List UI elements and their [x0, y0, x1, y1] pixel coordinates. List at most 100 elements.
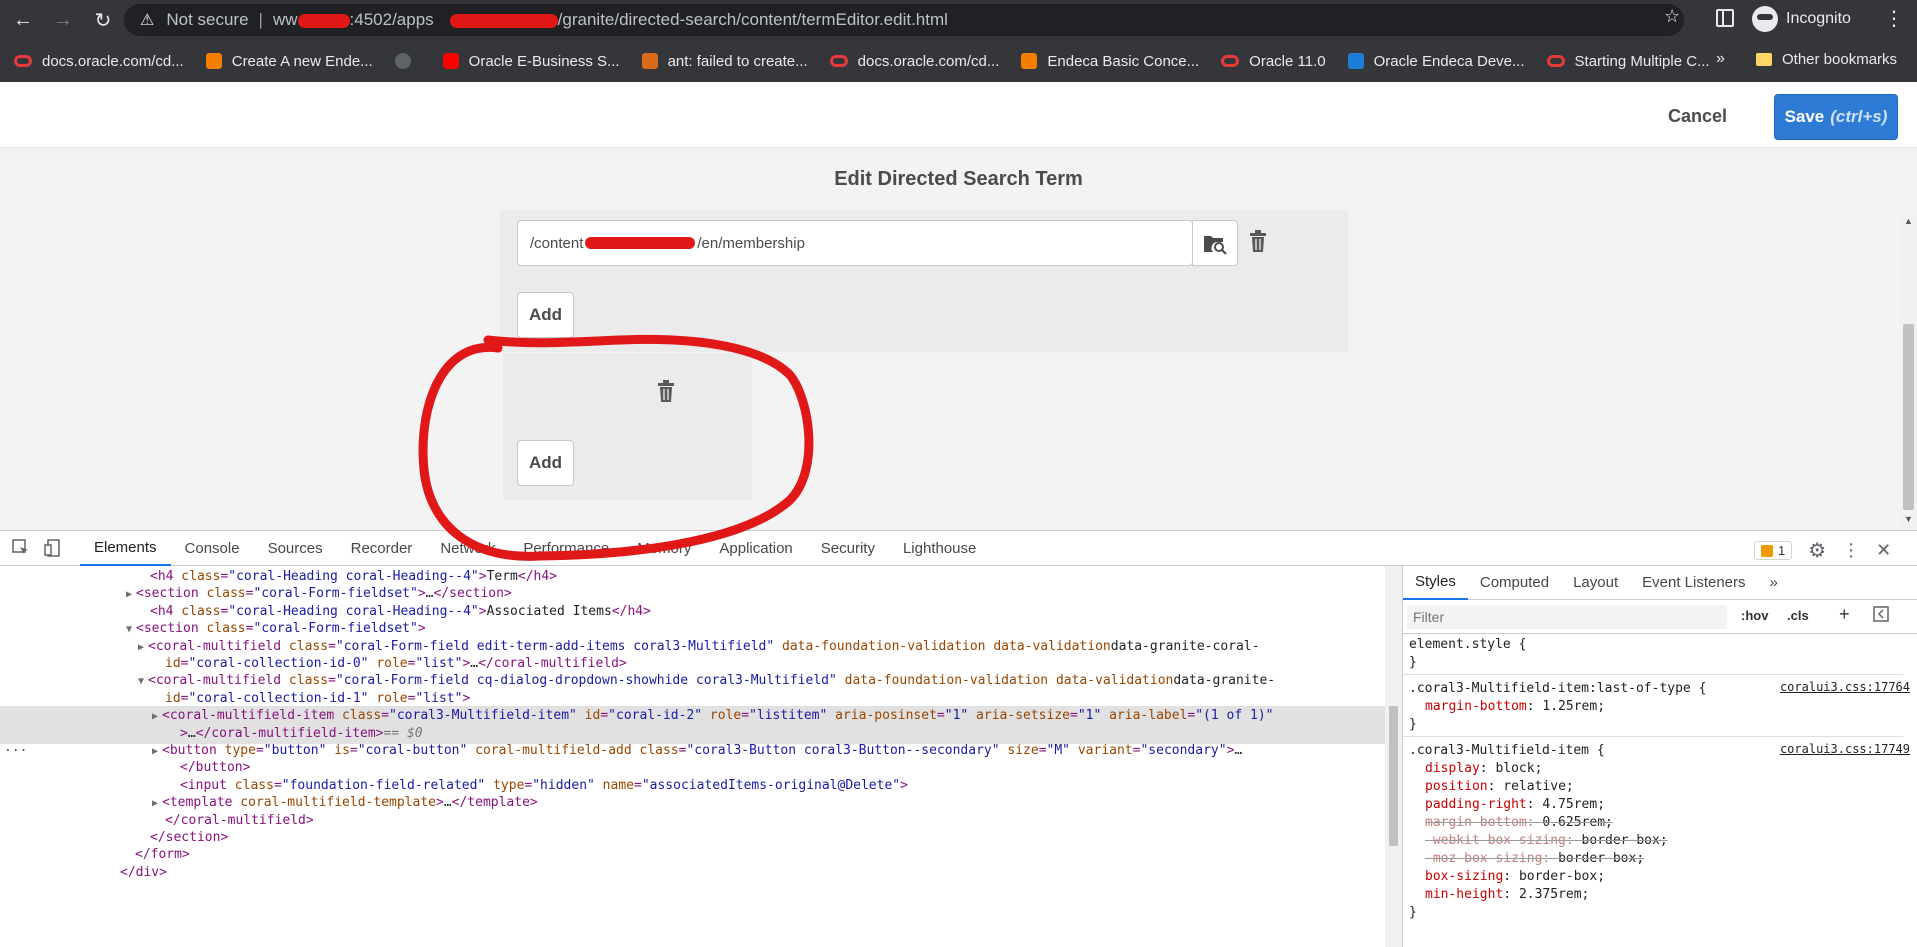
css-property[interactable]: margin-bottom: 0.625rem;: [1425, 814, 1613, 832]
devtools-tab-security[interactable]: Security: [807, 530, 889, 566]
scrollbar-thumb[interactable]: [1903, 324, 1914, 510]
browser-menu-icon[interactable]: ⋮: [1884, 6, 1904, 31]
bookmarks-overflow-icon[interactable]: »: [1716, 50, 1725, 68]
delete-item-icon-2[interactable]: [656, 380, 676, 402]
css-property-value: border-box;: [1581, 833, 1668, 848]
bookmark-star-icon[interactable]: ☆: [1664, 6, 1680, 27]
path-field[interactable]: /content /en/membership: [517, 220, 1193, 266]
expand-toggle-icon[interactable]: ▶: [138, 642, 144, 653]
blogger-icon: [205, 53, 222, 69]
toggle-sidebar-icon[interactable]: [1873, 606, 1889, 625]
address-bar[interactable]: ⚠ Not secure | ww:4502/apps/granite/dire…: [124, 4, 1684, 36]
devtools-tab-application[interactable]: Application: [705, 530, 806, 566]
css-property-value: block;: [1495, 761, 1543, 776]
devtools-tab-sources[interactable]: Sources: [254, 530, 337, 566]
url-part-b: /granite/directed-search/content/termEdi…: [557, 10, 948, 29]
devtools-tab-performance[interactable]: Performance: [509, 530, 623, 566]
bookmark-item[interactable]: Starting Multiple C...: [1546, 53, 1710, 70]
bookmark-item[interactable]: Oracle Endeca Deve...: [1347, 53, 1525, 70]
scrollbar-thumb[interactable]: [1389, 706, 1398, 846]
expand-toggle-icon[interactable]: ▶: [152, 798, 158, 809]
settings-gear-icon[interactable]: ⚙: [1808, 538, 1826, 563]
css-property[interactable]: padding-right: 4.75rem;: [1425, 796, 1605, 814]
bookmark-label: docs.oracle.com/cd...: [857, 52, 1000, 70]
expand-toggle-icon[interactable]: ▶: [126, 589, 132, 600]
bookmark-label: ant: failed to create...: [667, 52, 808, 70]
bookmark-item[interactable]: Endeca Basic Conce...: [1021, 53, 1199, 70]
css-property[interactable]: box-sizing: border-box;: [1425, 868, 1605, 886]
css-property-value: relative;: [1503, 779, 1574, 794]
issues-badge[interactable]: 1: [1754, 541, 1793, 560]
rule-separator: [1403, 736, 1903, 737]
incognito-indicator[interactable]: Incognito: [1752, 6, 1851, 32]
styles-filter-input[interactable]: [1407, 605, 1727, 629]
expand-toggle-icon[interactable]: ▼: [126, 624, 132, 635]
bookmark-label: Oracle E-Business S...: [468, 52, 620, 70]
scroll-down-icon[interactable]: ▼: [1904, 514, 1913, 524]
styles-tab-event-listeners[interactable]: Event Listeners: [1630, 566, 1757, 600]
css-property[interactable]: display: block;: [1425, 760, 1542, 778]
browse-path-button[interactable]: [1192, 220, 1238, 266]
css-property[interactable]: -webkit-box-sizing: border-box;: [1425, 832, 1668, 850]
expand-toggle-icon[interactable]: ▶: [152, 711, 158, 722]
back-icon[interactable]: ←: [8, 5, 38, 35]
styles-tab-more[interactable]: »: [1758, 566, 1790, 600]
elements-scrollbar[interactable]: [1385, 566, 1402, 947]
inspect-element-icon[interactable]: [12, 539, 30, 557]
css-property[interactable]: margin-bottom: 1.25rem;: [1425, 698, 1605, 716]
css-property[interactable]: -moz-box-sizing: border-box;: [1425, 850, 1644, 868]
content-scrollbar[interactable]: ▲ ▼: [1900, 210, 1917, 530]
styles-tab-styles[interactable]: Styles: [1403, 566, 1468, 600]
expand-toggle-icon[interactable]: ▶: [152, 746, 158, 757]
side-panel-icon[interactable]: [1716, 9, 1734, 27]
bookmark-item[interactable]: docs.oracle.com/cd...: [14, 53, 184, 70]
expand-toggle-icon[interactable]: ▼: [138, 676, 144, 687]
path-prefix: /content: [530, 234, 584, 252]
css-selector[interactable]: element.style {: [1409, 636, 1526, 654]
other-bookmarks[interactable]: Other bookmarks: [1756, 51, 1897, 68]
save-button[interactable]: Save (ctrl+s): [1774, 94, 1898, 140]
styles-tab-computed[interactable]: Computed: [1468, 566, 1561, 600]
bookmark-item[interactable]: [394, 53, 421, 69]
bookmark-item[interactable]: docs.oracle.com/cd...: [829, 52, 1000, 70]
redaction-mark: [297, 13, 350, 28]
close-devtools-icon[interactable]: ✕: [1876, 540, 1891, 561]
add-button-2[interactable]: Add: [517, 440, 574, 486]
delete-item-icon[interactable]: [1248, 230, 1268, 252]
scroll-up-icon[interactable]: ▲: [1904, 216, 1913, 226]
devtools-menu-icon[interactable]: ⋮: [1842, 540, 1860, 561]
css-source-link[interactable]: coralui3.css:17764: [1780, 680, 1910, 694]
bookmark-item[interactable]: Oracle 11.0: [1221, 53, 1326, 70]
bookmark-label: Create A new Ende...: [231, 52, 373, 70]
bookmark-item[interactable]: Create A new Ende...: [205, 52, 373, 70]
devtools-tab-elements[interactable]: Elements: [80, 530, 171, 566]
redaction-mark: [449, 13, 558, 28]
elements-panel[interactable]: ... <h4 class="coral-Heading coral-Headi…: [0, 566, 1385, 947]
dom-node-line[interactable]: </div>: [0, 863, 167, 883]
devtools-tab-recorder[interactable]: Recorder: [337, 530, 427, 566]
hov-toggle[interactable]: :hov: [1741, 608, 1768, 623]
styles-tab-layout[interactable]: Layout: [1561, 566, 1630, 600]
new-rule-icon[interactable]: +: [1839, 604, 1850, 625]
add-button[interactable]: Add: [517, 292, 574, 338]
cancel-button[interactable]: Cancel: [1668, 106, 1727, 127]
bookmark-item[interactable]: Oracle E-Business S...: [442, 52, 620, 70]
page-title: Edit Directed Search Term: [0, 148, 1917, 210]
cls-toggle[interactable]: .cls: [1787, 608, 1809, 623]
css-property[interactable]: position: relative;: [1425, 778, 1574, 796]
css-selector[interactable]: .coral3-Multifield-item {: [1409, 742, 1605, 760]
bookmark-item[interactable]: ant: failed to create...: [641, 52, 808, 70]
devtools-tab-console[interactable]: Console: [171, 530, 254, 566]
css-source-link[interactable]: coralui3.css:17749: [1780, 742, 1910, 756]
devtools-tab-network[interactable]: Network: [426, 530, 509, 566]
url-text: ww:4502/apps/granite/directed-search/con…: [273, 10, 948, 30]
devtools-tab-lighthouse[interactable]: Lighthouse: [889, 530, 990, 566]
reload-icon[interactable]: ↻: [88, 5, 118, 35]
devtools-tab-memory[interactable]: Memory: [623, 530, 705, 566]
css-property-name: position: [1425, 779, 1488, 794]
device-toolbar-icon[interactable]: [44, 539, 62, 557]
css-selector[interactable]: .coral3-Multifield-item:last-of-type {: [1409, 680, 1706, 698]
forward-icon[interactable]: →: [48, 5, 78, 35]
css-property[interactable]: min-height: 2.375rem;: [1425, 886, 1589, 904]
path-suffix: /en/membership: [697, 234, 805, 252]
